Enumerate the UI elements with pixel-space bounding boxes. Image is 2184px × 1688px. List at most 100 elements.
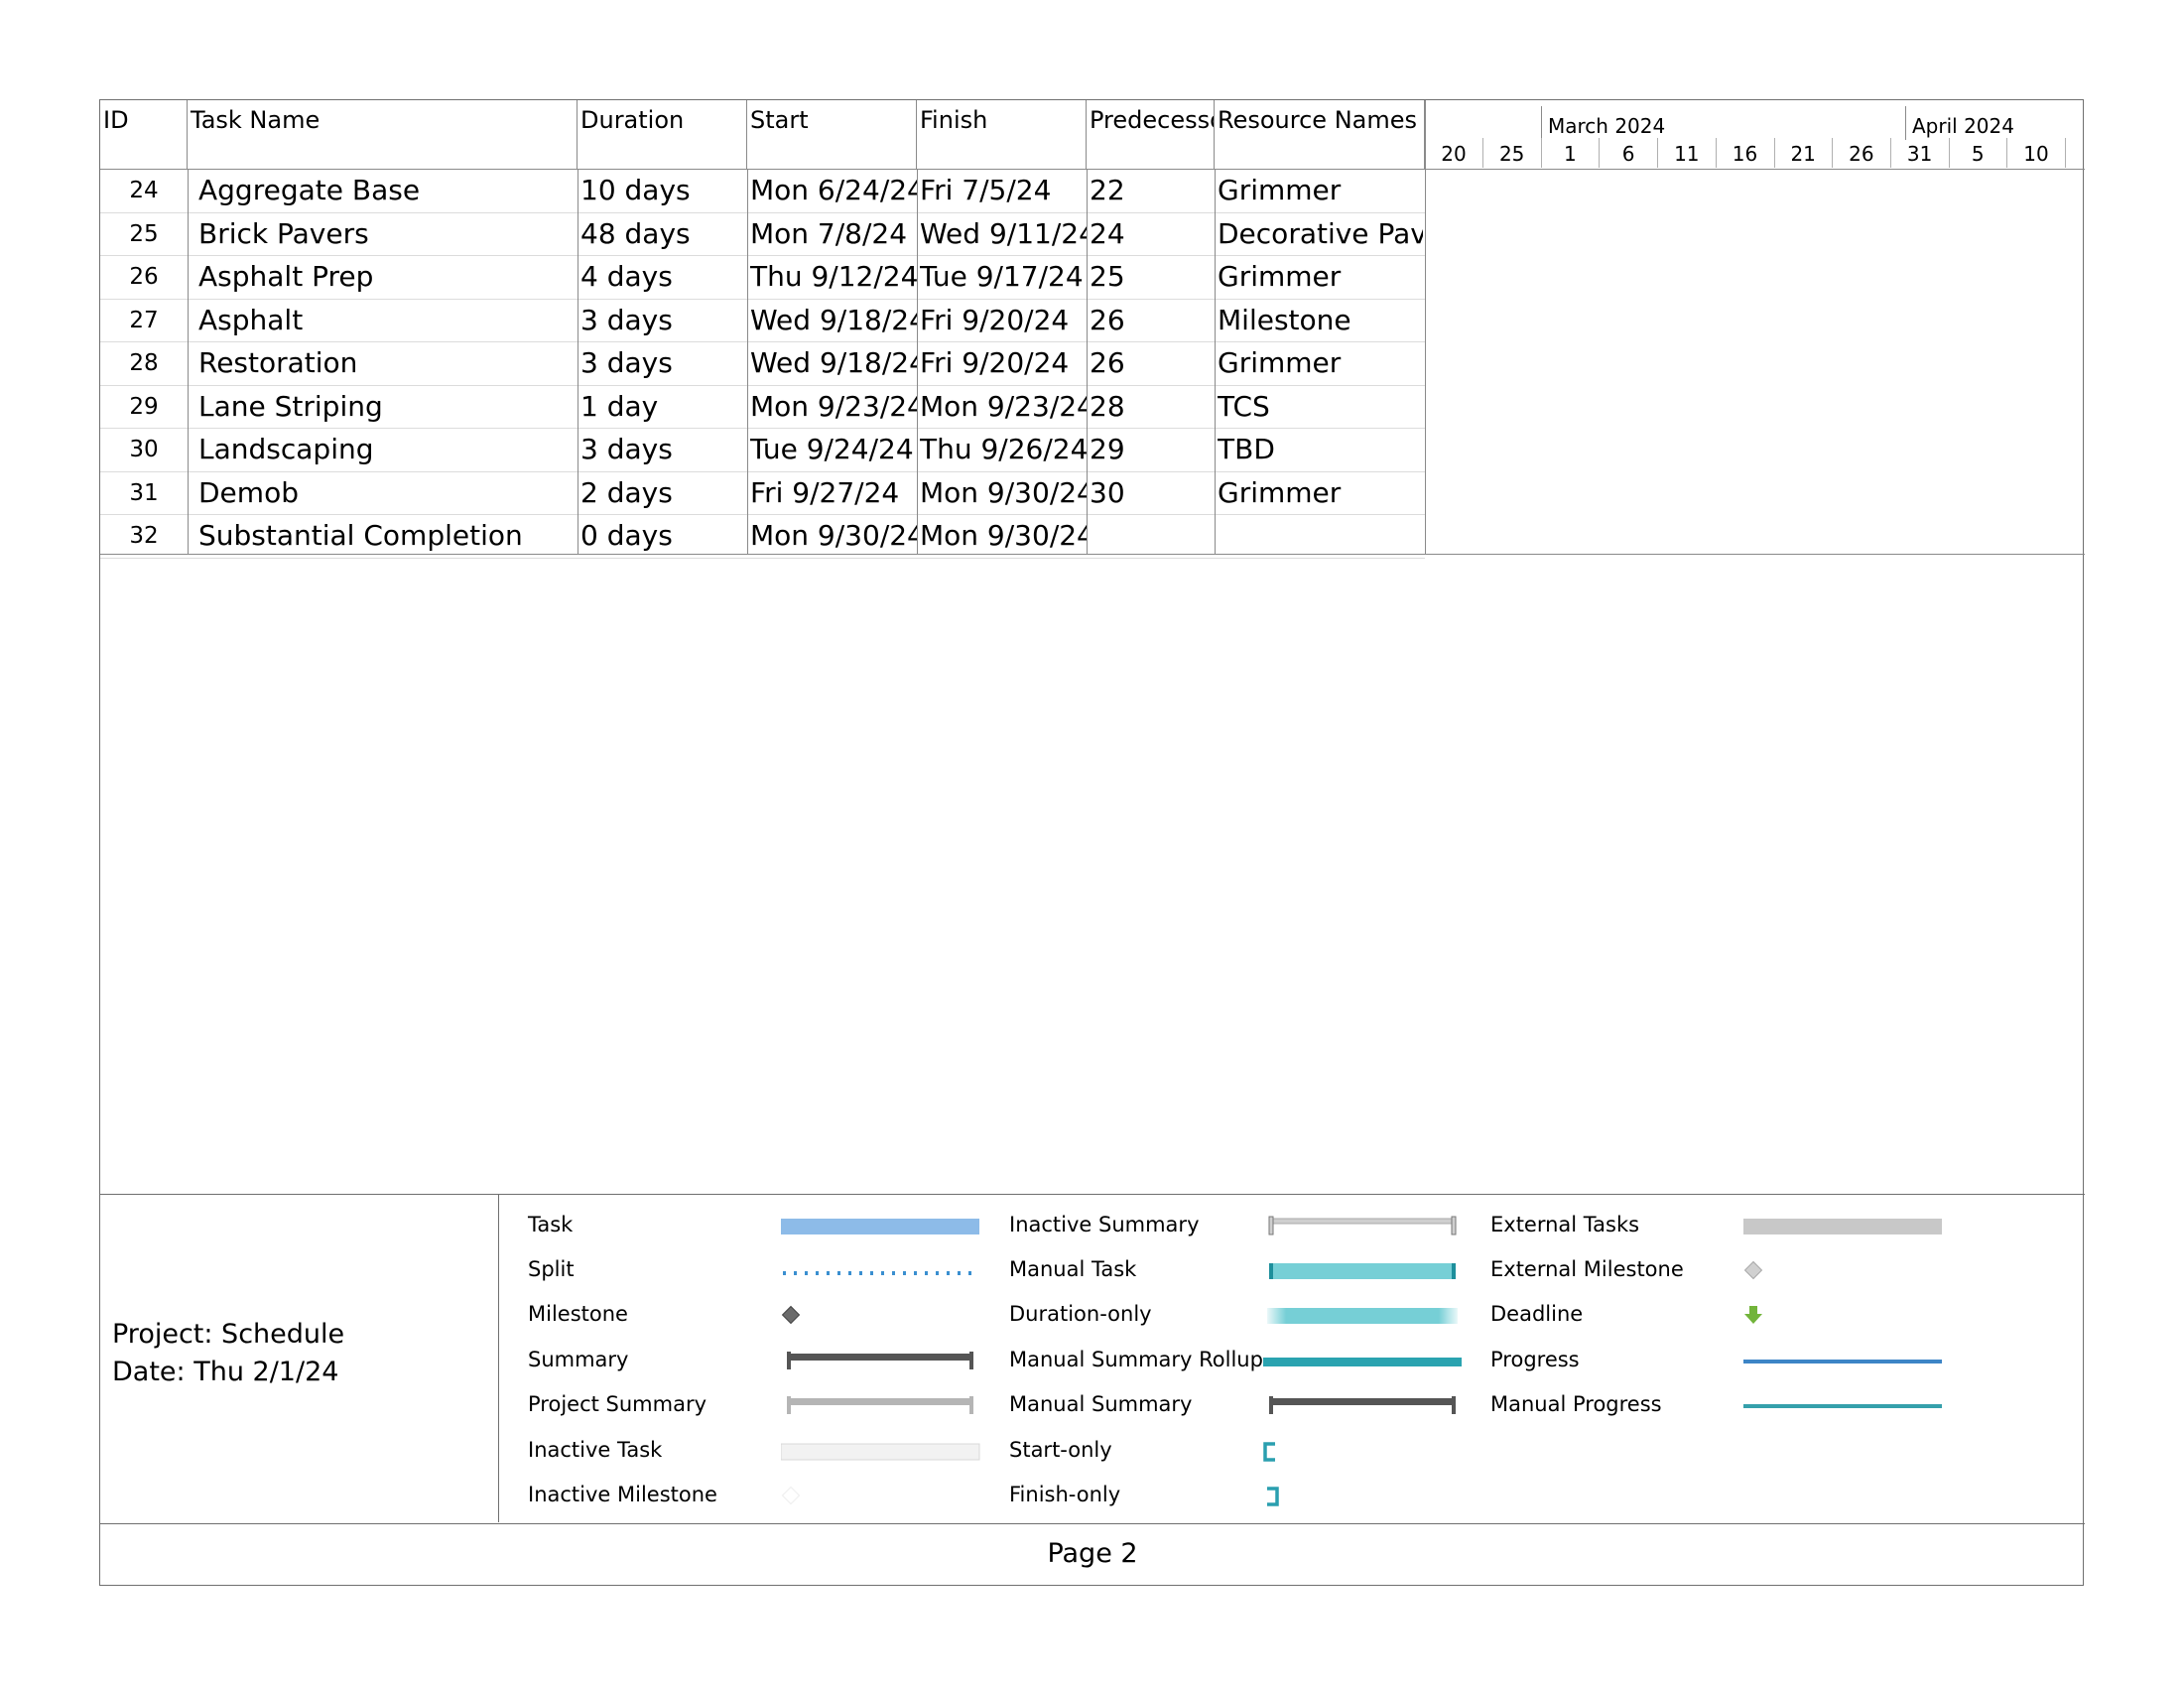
inactive-milestone-diamond-icon: [781, 1486, 801, 1505]
task-row[interactable]: 29 Lane Striping 1 day Mon 9/23/24 Mon 9/23/…: [100, 386, 1425, 429]
task-name[interactable]: Aggregate Base: [198, 170, 576, 211]
task-resource[interactable]: Decorative Paving: [1218, 213, 1423, 255]
column-header-id[interactable]: ID: [100, 100, 188, 169]
task-resource[interactable]: Grimmer: [1218, 472, 1423, 514]
task-name[interactable]: Asphalt Prep: [198, 256, 576, 298]
task-row[interactable]: 25 Brick Pavers 48 days Mon 7/8/24 Wed 9/11/…: [100, 213, 1425, 256]
task-resource[interactable]: TBD: [1218, 429, 1423, 470]
task-duration[interactable]: 1 day: [580, 386, 747, 428]
task-predecessors[interactable]: 26: [1090, 342, 1215, 384]
manual-summary-rollup-bar-icon: [1263, 1358, 1462, 1366]
task-start[interactable]: Wed 9/18/24: [750, 300, 917, 341]
column-header-predecessors[interactable]: Predecesso: [1087, 100, 1215, 169]
task-name[interactable]: Asphalt: [198, 300, 576, 341]
timescale-day: 20: [1441, 142, 1467, 166]
task-id[interactable]: 31: [100, 472, 188, 514]
task-finish[interactable]: Fri 9/20/24: [920, 300, 1087, 341]
task-finish[interactable]: Thu 9/26/24: [920, 429, 1087, 470]
column-header-finish[interactable]: Finish: [917, 100, 1087, 169]
task-row[interactable]: 27 Asphalt 3 days Wed 9/18/24 Fri 9/20/24 26 M…: [100, 300, 1425, 342]
task-id[interactable]: 27: [100, 300, 188, 341]
legend-label: Milestone: [528, 1302, 628, 1326]
task-row[interactable]: 24 Aggregate Base 10 days Mon 6/24/24 Fri 7/…: [100, 170, 1425, 213]
task-id[interactable]: 30: [100, 429, 188, 470]
column-divider: [1215, 169, 1216, 554]
task-start[interactable]: Wed 9/18/24: [750, 342, 917, 384]
task-predecessors[interactable]: 26: [1090, 300, 1215, 341]
task-finish[interactable]: Wed 9/11/24: [920, 213, 1087, 255]
timescale-day: 31: [1906, 142, 1933, 166]
task-predecessors[interactable]: 29: [1090, 429, 1215, 470]
task-resource[interactable]: Milestone: [1218, 300, 1423, 341]
task-resource[interactable]: TCS: [1218, 386, 1423, 428]
split-line-icon: [783, 1271, 979, 1275]
task-row[interactable]: 30 Landscaping 3 days Tue 9/24/24 Thu 9/26/2…: [100, 429, 1425, 472]
task-duration[interactable]: 2 days: [580, 472, 747, 514]
task-finish[interactable]: Fri 9/20/24: [920, 342, 1087, 384]
timescale-day: 10: [2023, 142, 2049, 166]
task-name[interactable]: Restoration: [198, 342, 576, 384]
task-name[interactable]: Demob: [198, 472, 576, 514]
column-divider: [747, 169, 748, 554]
task-finish[interactable]: Mon 9/30/24: [920, 515, 1087, 557]
task-name[interactable]: Landscaping: [198, 429, 576, 470]
legend-label: Split: [528, 1257, 575, 1281]
task-start[interactable]: Mon 9/30/24: [750, 515, 917, 557]
column-header-resource-names[interactable]: Resource Names: [1215, 100, 1425, 169]
task-start[interactable]: Thu 9/12/24: [750, 256, 917, 298]
task-id[interactable]: 28: [100, 342, 188, 384]
task-duration[interactable]: 0 days: [580, 515, 747, 557]
task-resource[interactable]: Grimmer: [1218, 170, 1423, 211]
task-resource[interactable]: [1218, 515, 1423, 557]
task-finish[interactable]: Tue 9/17/24: [920, 256, 1087, 298]
task-predecessors[interactable]: 28: [1090, 386, 1215, 428]
task-predecessors[interactable]: 30: [1090, 472, 1215, 514]
task-name[interactable]: Brick Pavers: [198, 213, 576, 255]
task-id[interactable]: 26: [100, 256, 188, 298]
task-finish[interactable]: Mon 9/23/24: [920, 386, 1087, 428]
task-duration[interactable]: 3 days: [580, 429, 747, 470]
column-header-start[interactable]: Start: [747, 100, 917, 169]
task-duration[interactable]: 4 days: [580, 256, 747, 298]
column-header-duration[interactable]: Duration: [578, 100, 747, 169]
task-finish[interactable]: Mon 9/30/24: [920, 472, 1087, 514]
task-id[interactable]: 29: [100, 386, 188, 428]
task-row[interactable]: 32 Substantial Completion 0 days Mon 9/30/2…: [100, 515, 1425, 559]
task-duration[interactable]: 3 days: [580, 342, 747, 384]
task-bar-icon: [781, 1219, 979, 1234]
task-predecessors[interactable]: 25: [1090, 256, 1215, 298]
summary-bracket-icon: [787, 1352, 973, 1369]
task-name[interactable]: Substantial Completion: [198, 515, 576, 557]
task-row[interactable]: 26 Asphalt Prep 4 days Thu 9/12/24 Tue 9/17/…: [100, 256, 1425, 300]
task-start[interactable]: Mon 6/24/24: [750, 170, 917, 211]
start-only-bracket-icon: [1263, 1442, 1275, 1462]
task-start[interactable]: Fri 9/27/24: [750, 472, 917, 514]
task-resource[interactable]: Grimmer: [1218, 256, 1423, 298]
task-duration[interactable]: 10 days: [580, 170, 747, 211]
task-duration[interactable]: 48 days: [580, 213, 747, 255]
duration-only-bar-icon: [1267, 1308, 1458, 1324]
column-divider: [188, 169, 189, 554]
task-predecessors[interactable]: 24: [1090, 213, 1215, 255]
task-id[interactable]: 32: [100, 515, 188, 557]
task-row[interactable]: 31 Demob 2 days Fri 9/27/24 Mon 9/30/24 30 Gri…: [100, 472, 1425, 515]
task-finish[interactable]: Fri 7/5/24: [920, 170, 1087, 211]
task-duration[interactable]: 3 days: [580, 300, 747, 341]
task-row[interactable]: 28 Restoration 3 days Wed 9/18/24 Fri 9/20/2…: [100, 342, 1425, 386]
task-predecessors[interactable]: [1090, 515, 1215, 557]
inactive-task-bar-icon: [781, 1443, 980, 1461]
task-name[interactable]: Lane Striping: [198, 386, 576, 428]
legend-label: Manual Task: [1009, 1257, 1137, 1281]
task-start[interactable]: Mon 7/8/24: [750, 213, 917, 255]
column-header-task-name[interactable]: Task Name: [188, 100, 578, 169]
legend-label: Task: [528, 1213, 574, 1236]
task-start[interactable]: Mon 9/23/24: [750, 386, 917, 428]
gantt-chart-divider: [1425, 100, 1426, 554]
milestone-diamond-icon: [781, 1305, 801, 1325]
task-resource[interactable]: Grimmer: [1218, 342, 1423, 384]
task-predecessors[interactable]: 22: [1090, 170, 1215, 211]
task-start[interactable]: Tue 9/24/24: [750, 429, 917, 470]
task-id[interactable]: 25: [100, 213, 188, 255]
gantt-print-page: ID Task Name Duration Start Finish Prede…: [99, 99, 2085, 1586]
task-id[interactable]: 24: [100, 170, 188, 211]
